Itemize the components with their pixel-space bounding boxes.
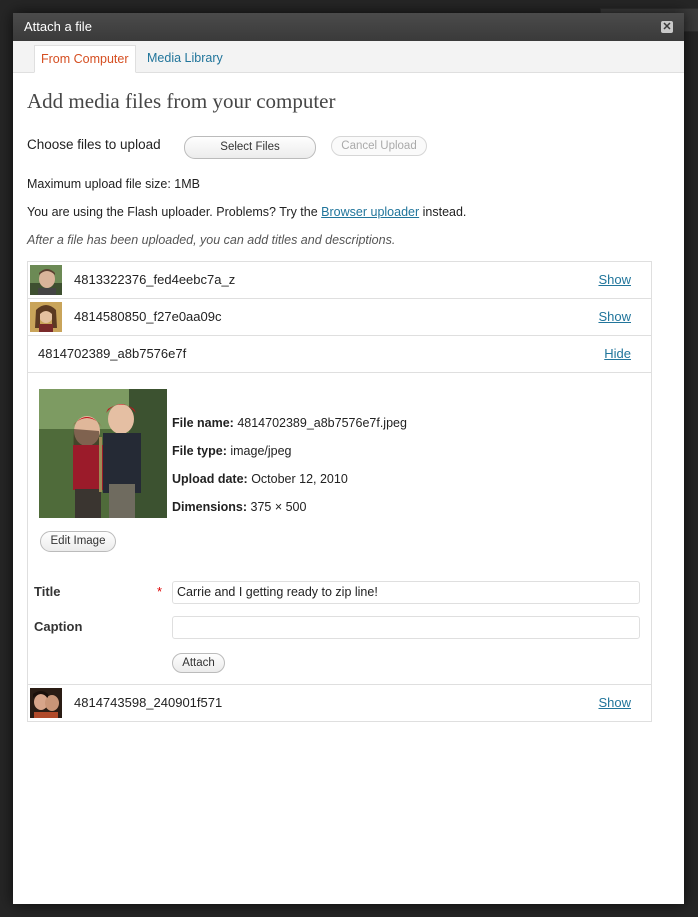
file-row-expanded: 4814702389_a8b7576e7f Hide xyxy=(28,336,651,373)
file-type-value: image/jpeg xyxy=(230,444,292,458)
title-input[interactable]: Carrie and I getting ready to zip line! xyxy=(172,581,640,604)
tab-media-library[interactable]: Media Library xyxy=(141,45,229,71)
dialog-title: Attach a file xyxy=(24,19,92,34)
select-files-button[interactable]: Select Files xyxy=(184,136,316,159)
attach-file-dialog: Attach a file ✕ From Computer Media Libr… xyxy=(13,13,684,904)
file-details-panel: File name: 4814702389_a8b7576e7f.jpeg Fi… xyxy=(28,373,651,685)
edit-image-button[interactable]: Edit Image xyxy=(40,531,116,552)
flash-notice-suffix: instead. xyxy=(419,205,467,219)
attach-button[interactable]: Attach xyxy=(172,653,225,673)
file-thumbnail xyxy=(30,265,62,295)
title-label: Title xyxy=(34,584,61,599)
file-row: 4814743598_240901f571 Show xyxy=(28,685,651,721)
close-icon[interactable]: ✕ xyxy=(661,21,673,33)
browser-uploader-link[interactable]: Browser uploader xyxy=(321,205,419,219)
caption-input[interactable] xyxy=(172,616,640,639)
file-thumbnail xyxy=(30,688,62,718)
file-name: 4814743598_240901f571 xyxy=(74,695,223,710)
upload-date-meta: Upload date: October 12, 2010 xyxy=(172,472,348,486)
choose-files-label: Choose files to upload xyxy=(27,137,161,152)
caption-label: Caption xyxy=(34,619,83,634)
flash-notice-text: You are using the Flash uploader. Proble… xyxy=(27,205,322,219)
dimensions-label: Dimensions: xyxy=(172,500,248,514)
file-thumbnail xyxy=(30,302,62,332)
uploaded-files-list: 4813322376_fed4eebc7a_z Show 4814580850_… xyxy=(27,261,652,722)
upload-date-label: Upload date: xyxy=(172,472,248,486)
flash-uploader-notice: You are using the Flash uploader. Proble… xyxy=(27,205,466,219)
tab-from-computer[interactable]: From Computer xyxy=(34,45,136,73)
file-row: 4814580850_f27e0aa09c Show xyxy=(28,299,651,336)
file-name: 4814580850_f27e0aa09c xyxy=(74,309,222,324)
file-row: 4813322376_fed4eebc7a_z Show xyxy=(28,262,651,299)
page-title: Add media files from your computer xyxy=(27,89,336,113)
upload-hint: After a file has been uploaded, you can … xyxy=(27,233,396,247)
file-type-meta: File type: image/jpeg xyxy=(172,444,292,458)
file-name: 4813322376_fed4eebc7a_z xyxy=(74,272,236,287)
file-name-label: File name: xyxy=(172,416,234,430)
file-type-label: File type: xyxy=(172,444,227,458)
show-link[interactable]: Show xyxy=(598,685,631,721)
show-link[interactable]: Show xyxy=(598,299,631,335)
hide-link[interactable]: Hide xyxy=(604,336,631,372)
file-name-value: 4814702389_a8b7576e7f.jpeg xyxy=(237,416,407,430)
max-upload-size: Maximum upload file size: 1MB xyxy=(27,177,200,191)
file-name-meta: File name: 4814702389_a8b7576e7f.jpeg xyxy=(172,416,407,430)
tab-bar: From Computer Media Library xyxy=(13,41,684,73)
cancel-upload-button[interactable]: Cancel Upload xyxy=(331,136,427,156)
file-name: 4814702389_a8b7576e7f xyxy=(38,346,187,361)
file-preview-image xyxy=(39,389,167,518)
dialog-titlebar: Attach a file ✕ xyxy=(13,13,684,41)
dimensions-value: 375 × 500 xyxy=(250,500,307,514)
dimensions-meta: Dimensions: 375 × 500 xyxy=(172,500,306,514)
upload-date-value: October 12, 2010 xyxy=(251,472,348,486)
required-mark: * xyxy=(157,584,163,599)
show-link[interactable]: Show xyxy=(598,262,631,298)
